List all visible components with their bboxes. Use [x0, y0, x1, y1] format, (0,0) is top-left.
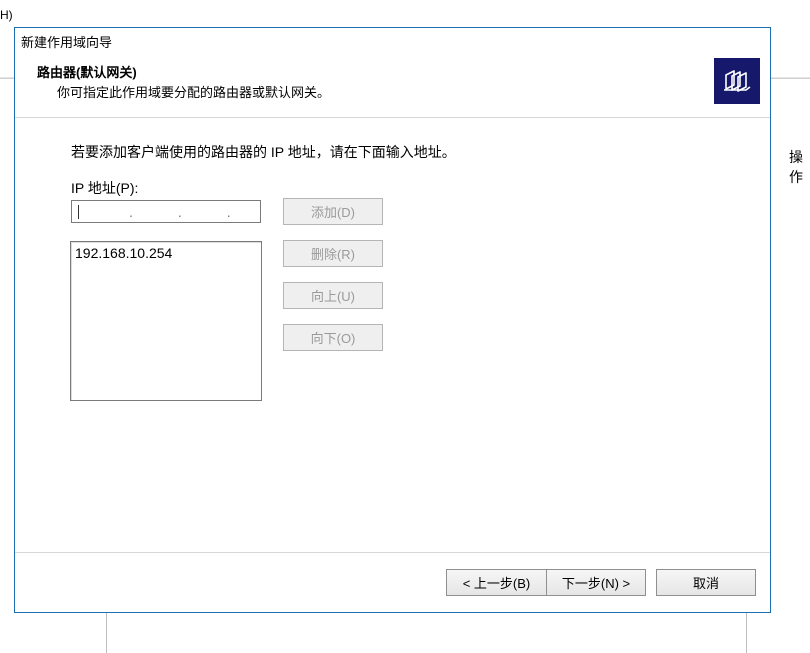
move-up-button[interactable]: 向上(U) — [283, 282, 383, 309]
text-caret — [78, 205, 79, 219]
ip-listbox[interactable]: 192.168.10.254 — [70, 241, 262, 401]
bg-vline-left — [106, 613, 107, 653]
bg-menu-h: H) — [0, 8, 13, 22]
ip-dot: . — [178, 204, 183, 220]
wizard-dialog: 新建作用域向导 路由器(默认网关) 你可指定此作用域要分配的路由器或默认网关。 … — [14, 27, 771, 613]
wizard-heading: 路由器(默认网关) — [37, 62, 137, 81]
add-button[interactable]: 添加(D) — [283, 198, 383, 225]
back-button[interactable]: < 上一步(B) — [446, 569, 546, 596]
bg-vline-right — [746, 613, 747, 653]
ip-dot: . — [129, 204, 134, 220]
body-hint: 若要添加客户端使用的路由器的 IP 地址，请在下面输入地址。 — [71, 142, 456, 162]
wizard-title: 新建作用域向导 — [21, 35, 112, 50]
wizard-header: 路由器(默认网关) 你可指定此作用域要分配的路由器或默认网关。 — [15, 52, 770, 118]
wizard-titlebar: 新建作用域向导 — [15, 28, 770, 52]
wizard-header-icon — [714, 58, 760, 104]
wizard-footer: < 上一步(B) 下一步(N) > 取消 — [15, 552, 770, 612]
remove-button[interactable]: 删除(R) — [283, 240, 383, 267]
next-button[interactable]: 下一步(N) > — [546, 569, 646, 596]
ip-label: IP 地址(P): — [71, 178, 138, 198]
ip-dot: . — [227, 204, 232, 220]
side-buttons: 添加(D) 删除(R) 向上(U) 向下(O) — [283, 198, 383, 351]
book-icon — [720, 64, 754, 98]
cancel-button[interactable]: 取消 — [656, 569, 756, 596]
list-item[interactable]: 192.168.10.254 — [73, 244, 259, 262]
bg-side-text: 操作 — [789, 147, 810, 187]
ip-address-input[interactable]: . . . — [71, 200, 261, 223]
wizard-body: 若要添加客户端使用的路由器的 IP 地址，请在下面输入地址。 IP 地址(P):… — [15, 118, 770, 552]
wizard-subheading: 你可指定此作用域要分配的路由器或默认网关。 — [57, 82, 330, 101]
footer-buttons: < 上一步(B) 下一步(N) > 取消 — [446, 569, 756, 596]
move-down-button[interactable]: 向下(O) — [283, 324, 383, 351]
